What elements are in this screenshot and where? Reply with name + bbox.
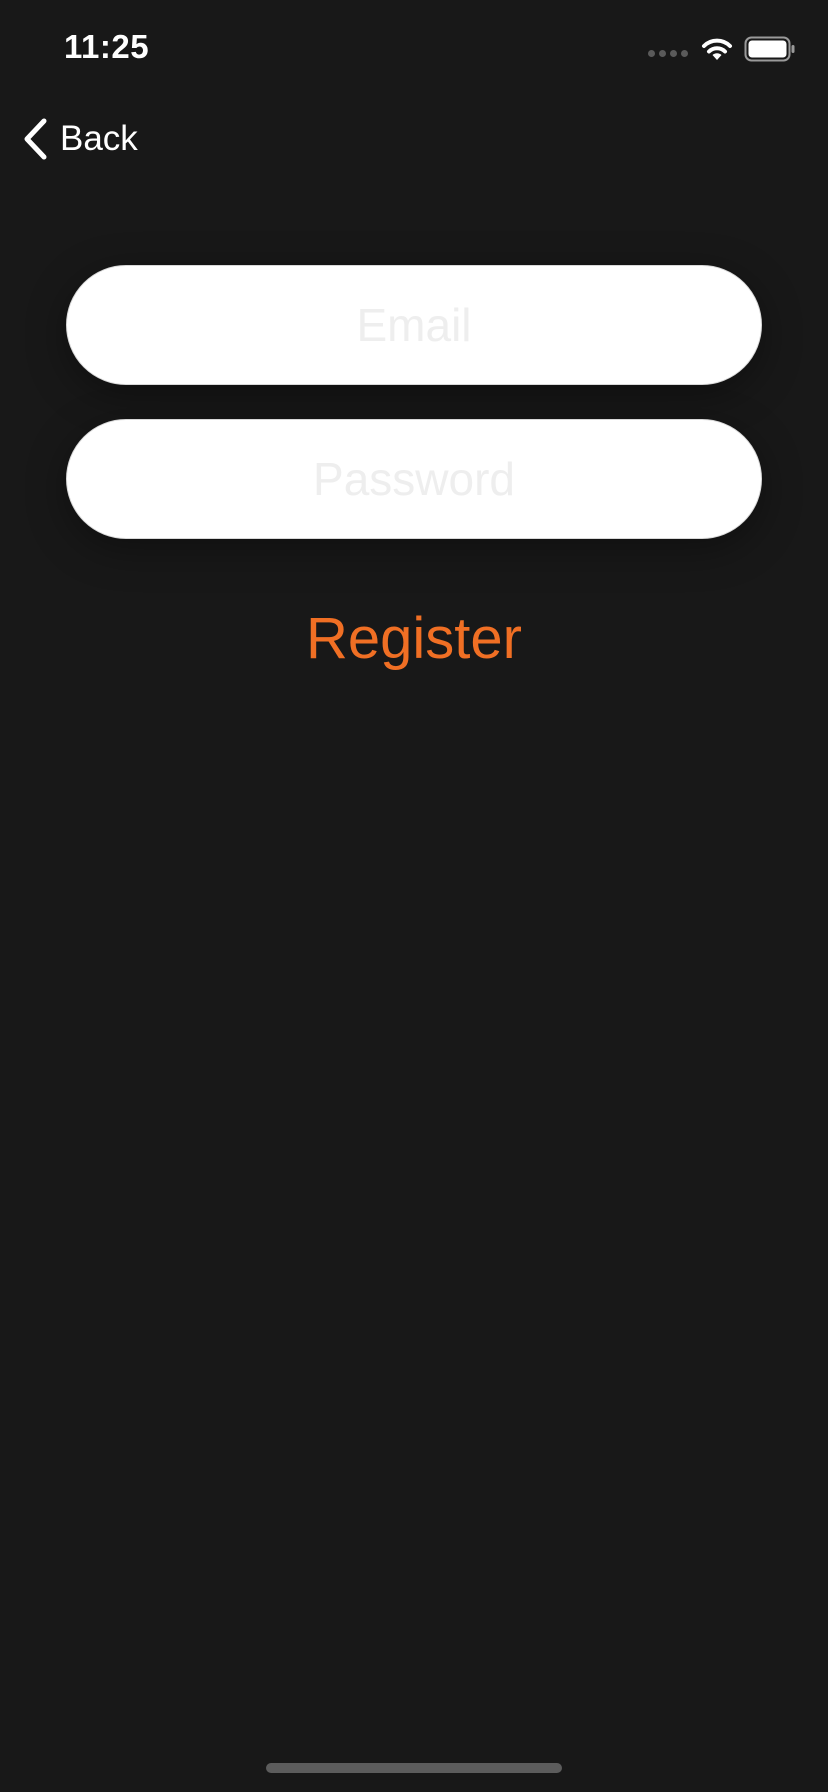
status-time: 11:25	[64, 28, 150, 65]
status-bar: 11:25	[0, 0, 828, 100]
password-input[interactable]	[67, 420, 761, 538]
password-field-container	[66, 419, 762, 539]
register-button[interactable]: Register	[0, 605, 828, 672]
battery-icon	[744, 36, 795, 62]
back-label: Back	[60, 119, 138, 158]
email-field-container	[66, 265, 762, 385]
navigation-bar: Back	[0, 100, 828, 180]
home-indicator[interactable]	[266, 1763, 562, 1773]
signal-dots-icon	[648, 49, 688, 57]
email-input[interactable]	[67, 266, 761, 384]
back-button[interactable]: Back	[22, 118, 138, 160]
status-icons	[648, 34, 796, 64]
wifi-icon	[702, 38, 732, 60]
chevron-left-icon	[24, 118, 47, 160]
